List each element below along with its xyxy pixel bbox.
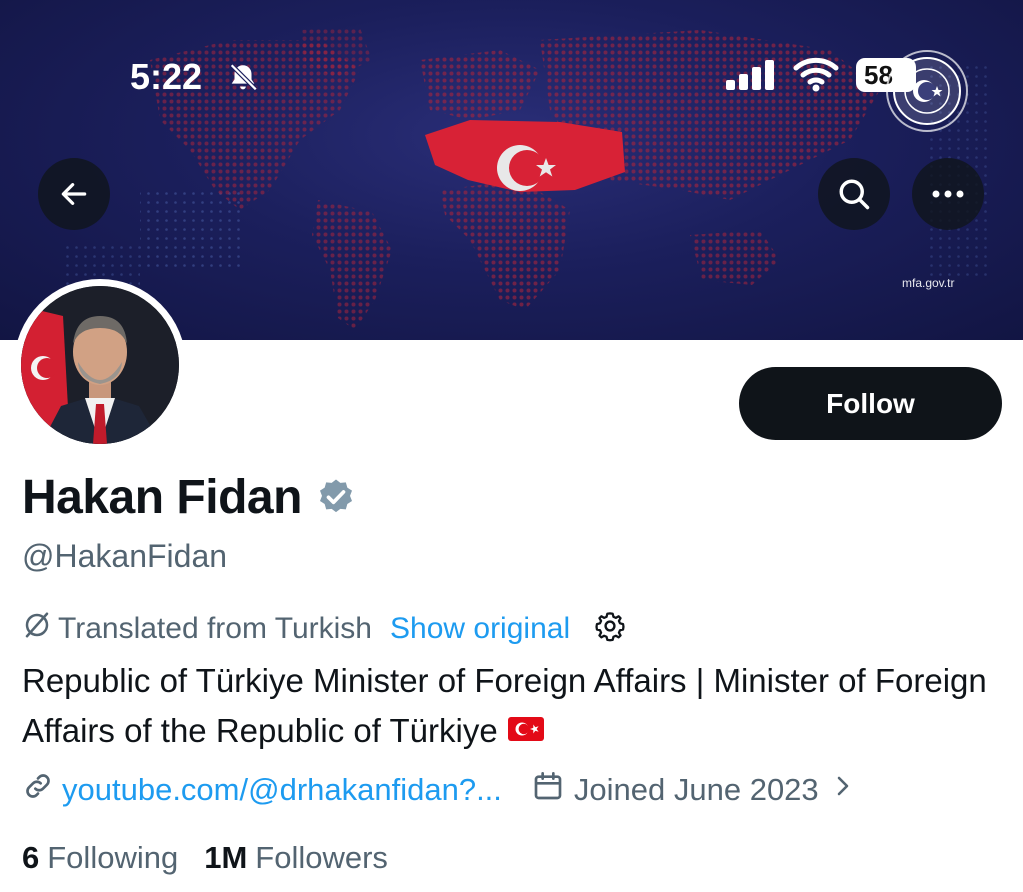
banner-credit: mfa.gov.tr <box>902 276 955 290</box>
profile-website-link[interactable]: youtube.com/@drhakanfidan?... <box>62 772 502 808</box>
more-button[interactable] <box>912 158 984 230</box>
bio-text: Republic of Türkiye Minister of Foreign … <box>22 662 987 749</box>
search-button[interactable] <box>818 158 890 230</box>
arrow-left-icon <box>61 183 87 205</box>
bell-muted-icon <box>226 60 260 101</box>
profile-banner[interactable]: 5:22 58 mfa.gov.tr <box>0 0 1023 340</box>
calendar-icon <box>532 770 564 810</box>
translation-bar: Translated from Turkish Show original <box>22 608 626 650</box>
follow-counts: 6 Following 1M Followers <box>22 840 388 876</box>
status-time: 5:22 <box>130 56 203 97</box>
profile-photo <box>21 286 179 444</box>
link-icon <box>22 770 54 810</box>
ministry-seal-icon <box>886 50 968 132</box>
more-horizontal-icon <box>932 190 964 198</box>
profile-bio: Republic of Türkiye Minister of Foreign … <box>22 656 1002 756</box>
search-icon <box>839 179 870 210</box>
following-link[interactable]: 6 Following <box>22 840 178 876</box>
joined-date: Joined June 2023 <box>573 772 819 807</box>
profile-meta: youtube.com/@drhakanfidan?... Joined Jun… <box>22 770 853 810</box>
follow-button[interactable]: Follow <box>739 367 1002 440</box>
followers-label: Followers <box>255 840 388 875</box>
followers-count: 1M <box>204 840 248 875</box>
gear-icon[interactable] <box>594 610 626 650</box>
wifi-icon <box>792 56 840 97</box>
status-bar: 5:22 58 <box>0 52 1023 102</box>
turkey-flag-icon <box>507 705 544 755</box>
back-button[interactable] <box>38 158 110 230</box>
translate-icon <box>22 610 52 648</box>
profile-name-row: Hakan Fidan <box>22 470 356 525</box>
show-original-link[interactable]: Show original <box>390 612 570 646</box>
verified-badge-icon[interactable] <box>316 477 356 522</box>
followers-link[interactable]: 1M Followers <box>204 840 388 876</box>
profile-handle: @HakanFidan <box>22 538 228 574</box>
following-label: Following <box>47 840 179 875</box>
translated-label: Translated from Turkish <box>58 612 372 645</box>
avatar[interactable] <box>21 286 179 444</box>
following-count: 6 <box>22 840 40 875</box>
chevron-right-icon[interactable] <box>833 772 853 808</box>
cellular-signal-icon <box>726 58 778 97</box>
profile-name: Hakan Fidan <box>22 471 302 524</box>
